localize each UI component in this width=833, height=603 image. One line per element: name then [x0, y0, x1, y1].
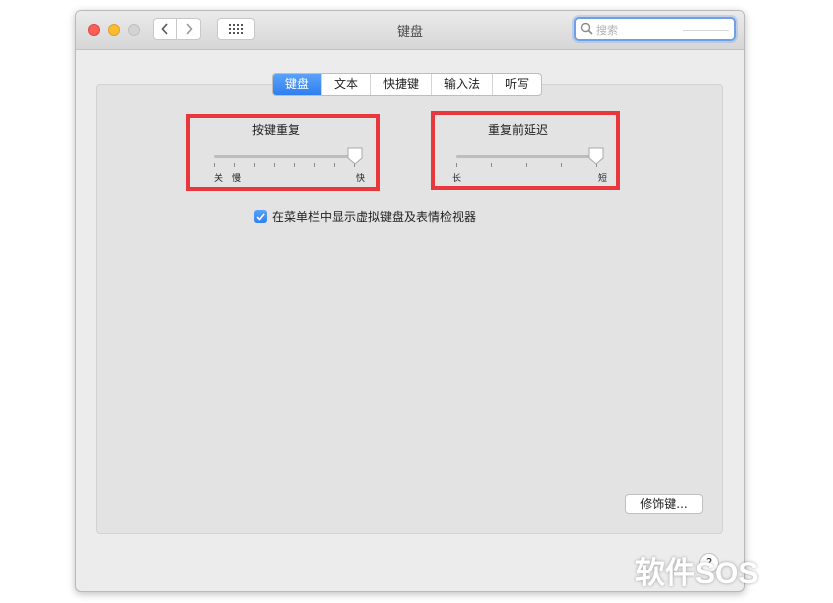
show-keyboard-viewer-option[interactable]: 在菜单栏中显示虚拟键盘及表情检视器 [254, 208, 476, 225]
key-repeat-slow-label: 慢 [232, 174, 242, 184]
search-placeholder: 搜索 [596, 24, 618, 37]
search-field[interactable]: 搜索 [574, 17, 736, 41]
show-keyboard-viewer-checkbox[interactable] [254, 210, 267, 223]
tab-input-sources[interactable]: 输入法 [431, 74, 492, 95]
show-keyboard-viewer-label: 在菜单栏中显示虚拟键盘及表情检视器 [272, 210, 477, 224]
slider-tick [334, 163, 335, 167]
repeat-delay-slider-knob[interactable] [588, 147, 604, 165]
key-repeat-label: 按键重复 [251, 123, 300, 137]
repeat-delay-slider-track[interactable] [456, 155, 596, 158]
slider-tick [214, 163, 215, 167]
title-bar: 键盘 搜索 [76, 11, 744, 50]
key-repeat-group: 按键重复 关 慢 快 [186, 113, 366, 184]
slider-tick [526, 163, 527, 167]
tab-keyboard[interactable]: 键盘 [273, 74, 322, 95]
slider-tick [491, 163, 492, 167]
modifier-keys-button[interactable]: 修饰键... [625, 494, 703, 514]
tab-text[interactable]: 文本 [321, 74, 370, 95]
repeat-delay-label: 重复前延迟 [487, 123, 548, 137]
tab-bar: 键盘 文本 快捷键 输入法 听写 [272, 73, 543, 96]
key-repeat-slider-track[interactable] [214, 155, 354, 158]
key-repeat-fast-label: 快 [356, 174, 366, 184]
slider-tick [254, 163, 255, 167]
slider-tick [456, 163, 457, 167]
tab-dictation[interactable]: 听写 [492, 74, 541, 95]
key-repeat-off-label: 关 [214, 174, 224, 184]
search-divider [683, 30, 729, 31]
tab-shortcuts[interactable]: 快捷键 [370, 74, 431, 95]
slider-tick [274, 163, 275, 167]
slider-tick [294, 163, 295, 167]
search-icon [580, 22, 593, 35]
slider-tick [561, 163, 562, 167]
repeat-delay-group: 重复前延迟 长 短 [428, 113, 608, 184]
checkmark-icon [256, 212, 265, 221]
slider-tick [314, 163, 315, 167]
repeat-delay-short-label: 短 [598, 174, 608, 184]
keyboard-preferences-window: 键盘 搜索 键盘 文本 快捷键 输入法 听写 按键重复 关 慢 快 重复前延迟 … [75, 10, 745, 592]
repeat-delay-long-label: 长 [452, 174, 462, 184]
slider-tick [234, 163, 235, 167]
key-repeat-slider-knob[interactable] [347, 147, 363, 165]
watermark-logo: 软件SOS [635, 557, 759, 590]
